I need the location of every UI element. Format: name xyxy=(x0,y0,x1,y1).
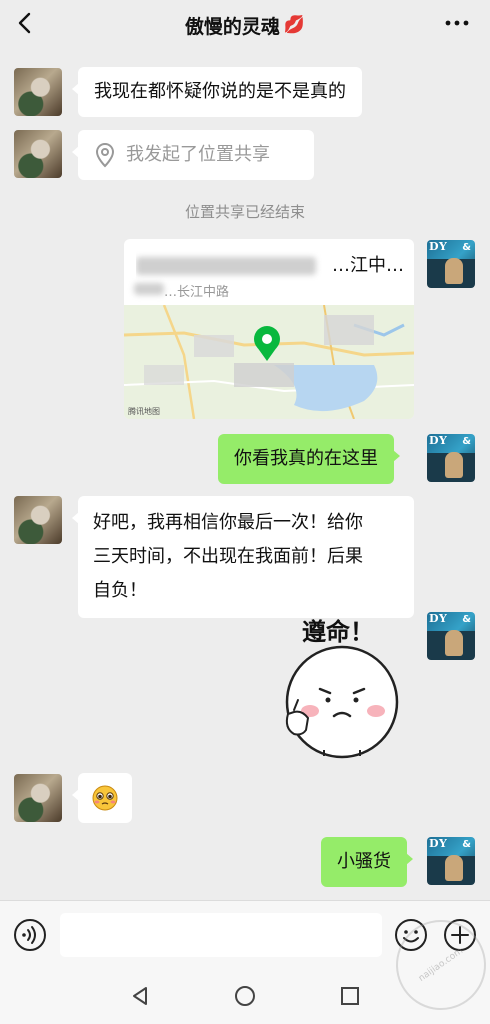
contact-avatar[interactable] xyxy=(14,130,62,178)
avatar-symbol: & xyxy=(462,436,471,447)
location-share-bubble[interactable]: 我发起了位置共享 xyxy=(72,130,314,180)
message-text-line: 好吧，我再相信你最后一次！给你 xyxy=(93,512,363,533)
emoji-bubble[interactable] xyxy=(72,773,132,823)
avatar-figure xyxy=(445,452,463,478)
message-bubble[interactable]: 好吧，我再相信你最后一次！给你 三天时间，不出现在我面前！后果 自负！ xyxy=(72,496,414,618)
location-subtitle: …长江中路 xyxy=(164,285,230,300)
voice-icon[interactable] xyxy=(12,917,48,953)
avatar-figure xyxy=(445,855,463,881)
my-avatar[interactable]: DY & xyxy=(427,240,475,288)
avatar-symbol: & xyxy=(462,839,471,850)
sticker-face xyxy=(285,645,399,759)
avatar-text: DY xyxy=(429,837,448,850)
input-bar xyxy=(0,900,490,970)
avatar-figure xyxy=(445,630,463,656)
message-bubble[interactable]: 小骚货 xyxy=(321,837,413,887)
contact-avatar[interactable] xyxy=(14,774,62,822)
message-input[interactable] xyxy=(60,913,382,957)
avatar-text: DY xyxy=(429,612,448,625)
map-provider-logo: 腾讯地图 xyxy=(128,407,160,416)
nav-home-icon[interactable] xyxy=(233,984,257,1008)
system-nav-bar xyxy=(0,970,490,1024)
redacted-text xyxy=(134,283,164,295)
message-text-line: 三天时间，不出现在我面前！后果 xyxy=(93,546,363,567)
emoji-icon[interactable] xyxy=(393,917,429,953)
pleading-face-icon xyxy=(92,785,118,811)
chevron-left-icon[interactable] xyxy=(10,8,40,38)
chat-title-text: 傲慢的灵魂 xyxy=(184,15,280,38)
chat-title: 傲慢的灵魂 💋 xyxy=(185,12,305,39)
location-pin-icon xyxy=(95,142,115,168)
message-text: 小骚货 xyxy=(337,851,391,872)
redacted-text xyxy=(136,257,316,275)
message-bubble[interactable]: 你看我真的在这里 xyxy=(218,434,400,484)
more-icon[interactable] xyxy=(442,8,472,38)
chat-header: 傲慢的灵魂 💋 xyxy=(0,0,490,50)
avatar-symbol: & xyxy=(462,614,471,625)
avatar-text: DY xyxy=(429,240,448,253)
contact-avatar[interactable] xyxy=(14,68,62,116)
my-avatar[interactable]: DY & xyxy=(427,612,475,660)
map-thumbnail: 腾讯地图 xyxy=(124,304,414,419)
location-title-text: …江中… xyxy=(332,255,404,276)
map-graphic xyxy=(124,304,414,419)
message-text: 我现在都怀疑你说的是不是真的 xyxy=(94,81,346,102)
contact-avatar[interactable] xyxy=(14,496,62,544)
sticker[interactable]: 遵命！ xyxy=(280,610,410,760)
my-avatar[interactable]: DY & xyxy=(427,434,475,482)
location-card[interactable]: …江中… …长江中路 腾讯地图 xyxy=(124,239,414,419)
kiss-emoji: 💋 xyxy=(283,15,306,35)
message-text: 你看我真的在这里 xyxy=(234,448,378,469)
my-avatar[interactable]: DY & xyxy=(427,837,475,885)
avatar-text: DY xyxy=(429,434,448,447)
message-text-line: 自负！ xyxy=(93,580,147,601)
plus-icon[interactable] xyxy=(442,917,478,953)
location-title: …江中… xyxy=(136,251,406,281)
message-bubble[interactable]: 我现在都怀疑你说的是不是真的 xyxy=(72,67,362,117)
system-note: 位置共享已经结束 xyxy=(184,203,305,221)
nav-back-icon[interactable] xyxy=(128,984,152,1008)
avatar-figure xyxy=(445,258,463,284)
nav-recent-icon[interactable] xyxy=(338,984,362,1008)
location-share-text: 我发起了位置共享 xyxy=(126,144,270,165)
avatar-symbol: & xyxy=(462,242,471,253)
